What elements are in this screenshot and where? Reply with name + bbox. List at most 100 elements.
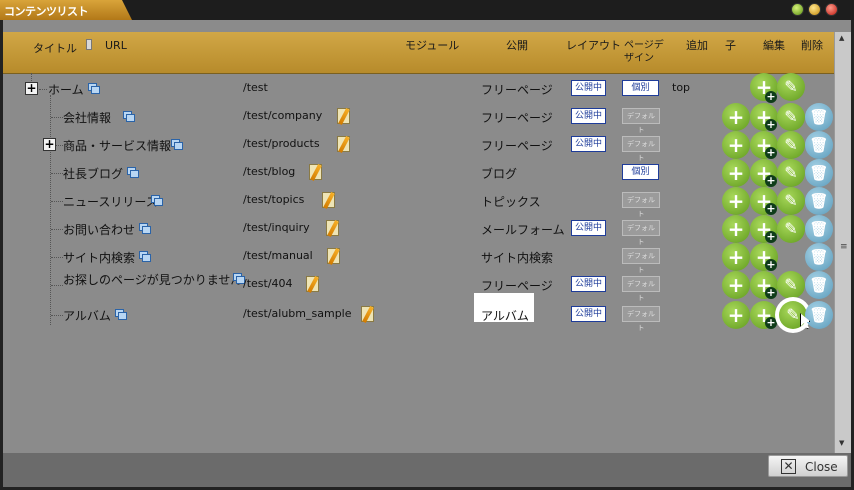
header-page-design[interactable]: ページデザイン xyxy=(624,39,672,65)
scroll-down-icon[interactable]: ▼ xyxy=(839,439,844,447)
add-page-button[interactable]: + xyxy=(722,103,750,131)
row-title[interactable]: お探しのページが見つかりません xyxy=(63,271,242,288)
delete-button[interactable]: 🗑 xyxy=(805,131,833,159)
pencil-icon[interactable] xyxy=(326,220,339,236)
header-edit: 編集 xyxy=(763,39,785,52)
edit-button[interactable]: ✎ xyxy=(777,131,805,159)
copy-icon[interactable] xyxy=(151,195,163,206)
layout-status-badge[interactable]: 公開中 xyxy=(571,220,607,236)
delete-button[interactable]: 🗑 xyxy=(805,271,833,299)
layout-status-badge[interactable]: 公開中 xyxy=(571,80,607,96)
edit-button[interactable]: ✎ xyxy=(777,159,805,187)
page-design-badge[interactable]: 個別 xyxy=(622,80,659,96)
row-title[interactable]: お問い合わせ xyxy=(63,221,135,238)
row-url: /test/blog xyxy=(243,165,296,178)
row-title[interactable]: 社長ブログ xyxy=(63,165,123,182)
table-row[interactable]: ニュースリリース/test/topics トピックス デフォルト + + + ✎ 🗑 xyxy=(3,187,834,218)
layout-status-badge[interactable]: 公開中 xyxy=(571,136,607,152)
layout-status-badge[interactable]: 公開中 xyxy=(571,276,607,292)
copy-icon[interactable] xyxy=(123,111,135,122)
delete-button[interactable]: 🗑 xyxy=(805,215,833,243)
pencil-icon[interactable] xyxy=(327,248,340,264)
delete-button[interactable]: 🗑 xyxy=(805,159,833,187)
edit-button[interactable]: ✎ xyxy=(777,187,805,215)
pencil-icon[interactable] xyxy=(361,306,374,322)
pencil-icon[interactable] xyxy=(309,164,322,180)
row-module: フリーページ xyxy=(481,279,553,293)
minimize-button[interactable] xyxy=(791,3,804,16)
page-design-badge[interactable]: デフォルト xyxy=(622,136,660,162)
maximize-button[interactable] xyxy=(808,3,821,16)
edit-icon: ✎ xyxy=(784,77,798,96)
copy-icon[interactable] xyxy=(88,83,100,94)
header-layout[interactable]: レイアウト xyxy=(566,39,621,52)
page-design-badge[interactable]: デフォルト xyxy=(622,220,660,246)
table-row[interactable]: + ホーム/test フリーページ 公開中 個別 top + + ✎ xyxy=(3,73,834,103)
edit-button[interactable]: ✎ xyxy=(777,271,805,299)
delete-button[interactable]: 🗑 xyxy=(805,187,833,215)
close-icon: ✕ xyxy=(781,459,796,474)
row-title[interactable]: 商品・サービス情報 xyxy=(63,137,171,154)
close-button[interactable]: ✕ Close xyxy=(768,455,848,477)
edit-icon: ✎ xyxy=(786,305,800,324)
edit-button[interactable]: ✎ xyxy=(777,103,805,131)
pencil-icon[interactable] xyxy=(337,108,350,124)
row-title[interactable]: ホーム xyxy=(48,81,84,98)
add-page-button[interactable]: + xyxy=(722,271,750,299)
pencil-icon[interactable] xyxy=(337,136,350,152)
tree-connector xyxy=(51,173,63,174)
table-row[interactable]: お探しのページが見つかりません/test/404 フリーページ 公開中 デフォルト + +… xyxy=(3,271,834,302)
copy-icon[interactable] xyxy=(139,251,151,262)
row-module: トピックス xyxy=(481,195,541,209)
table-row[interactable]: 社長ブログ/test/blog ブログ 個別 + + + ✎ 🗑 xyxy=(3,159,834,187)
page-design-badge[interactable]: デフォルト xyxy=(622,306,660,332)
pencil-icon[interactable] xyxy=(306,276,319,292)
header-url[interactable]: URL xyxy=(105,39,127,52)
table-row[interactable]: アルバム/test/alubm_sample アルバム 公開中 デフォルト + + + ✎ 🗑 xyxy=(3,293,834,333)
header-module[interactable]: モジュール xyxy=(405,39,459,52)
header-title[interactable]: タイトル xyxy=(33,42,77,55)
edit-button[interactable]: ✎ xyxy=(779,301,807,329)
layout-status-badge[interactable]: 公開中 xyxy=(571,306,607,322)
edit-button[interactable]: ✎ xyxy=(777,215,805,243)
expand-icon[interactable]: + xyxy=(43,138,56,151)
page-design-badge[interactable]: デフォルト xyxy=(622,192,660,218)
copy-icon[interactable] xyxy=(115,309,127,320)
copy-icon[interactable] xyxy=(171,139,183,150)
edit-button[interactable]: ✎ xyxy=(777,73,805,101)
table-row[interactable]: 会社情報/test/company フリーページ 公開中 デフォルト + + + ✎ 🗑 xyxy=(3,103,834,134)
header-public[interactable]: 公開 xyxy=(506,39,528,52)
vertical-scrollbar[interactable]: ▲ ≡ ▼ xyxy=(834,32,851,453)
scroll-up-icon[interactable]: ▲ xyxy=(839,34,844,42)
table-row[interactable]: + 商品・サービス情報/test/products フリーページ 公開中 デフォルト + +… xyxy=(3,131,834,162)
layout-status-badge[interactable]: 公開中 xyxy=(571,108,607,124)
copy-icon[interactable] xyxy=(139,223,151,234)
add-page-button[interactable]: + xyxy=(722,187,750,215)
delete-button[interactable]: 🗑 xyxy=(805,103,833,131)
page-design-badge[interactable]: 個別 xyxy=(622,164,659,180)
add-page-button[interactable]: + xyxy=(722,243,750,271)
pencil-icon[interactable] xyxy=(322,192,335,208)
add-page-button[interactable]: + xyxy=(722,131,750,159)
table-row[interactable]: お問い合わせ/test/inquiry メールフォーム 公開中 デフォルト + + + ✎ 🗑 xyxy=(3,215,834,246)
copy-icon[interactable] xyxy=(127,167,139,178)
expand-icon[interactable]: + xyxy=(25,82,38,95)
row-title[interactable]: 会社情報 xyxy=(63,109,111,126)
delete-button[interactable]: 🗑 xyxy=(805,301,833,329)
row-title[interactable]: サイト内検索 xyxy=(63,249,135,266)
page-design-badge[interactable]: デフォルト xyxy=(622,108,660,134)
table-row[interactable]: サイト内検索/test/manual サイト内検索 デフォルト + + + 🗑 xyxy=(3,243,834,274)
add-icon: + xyxy=(727,133,745,157)
close-window-button[interactable] xyxy=(825,3,838,16)
delete-button[interactable]: 🗑 xyxy=(805,243,833,271)
page-design-badge[interactable]: デフォルト xyxy=(622,276,660,302)
row-title[interactable]: アルバム xyxy=(63,307,111,324)
add-page-button[interactable]: + xyxy=(722,301,750,329)
scroll-grip-icon[interactable]: ≡ xyxy=(840,242,848,252)
page-design-badge[interactable]: デフォルト xyxy=(622,248,660,274)
child-plus-icon: + xyxy=(765,230,777,243)
row-title[interactable]: ニュースリリース xyxy=(63,193,158,210)
add-page-button[interactable]: + xyxy=(722,159,750,187)
row-url: /test/manual xyxy=(243,249,313,262)
add-page-button[interactable]: + xyxy=(722,215,750,243)
